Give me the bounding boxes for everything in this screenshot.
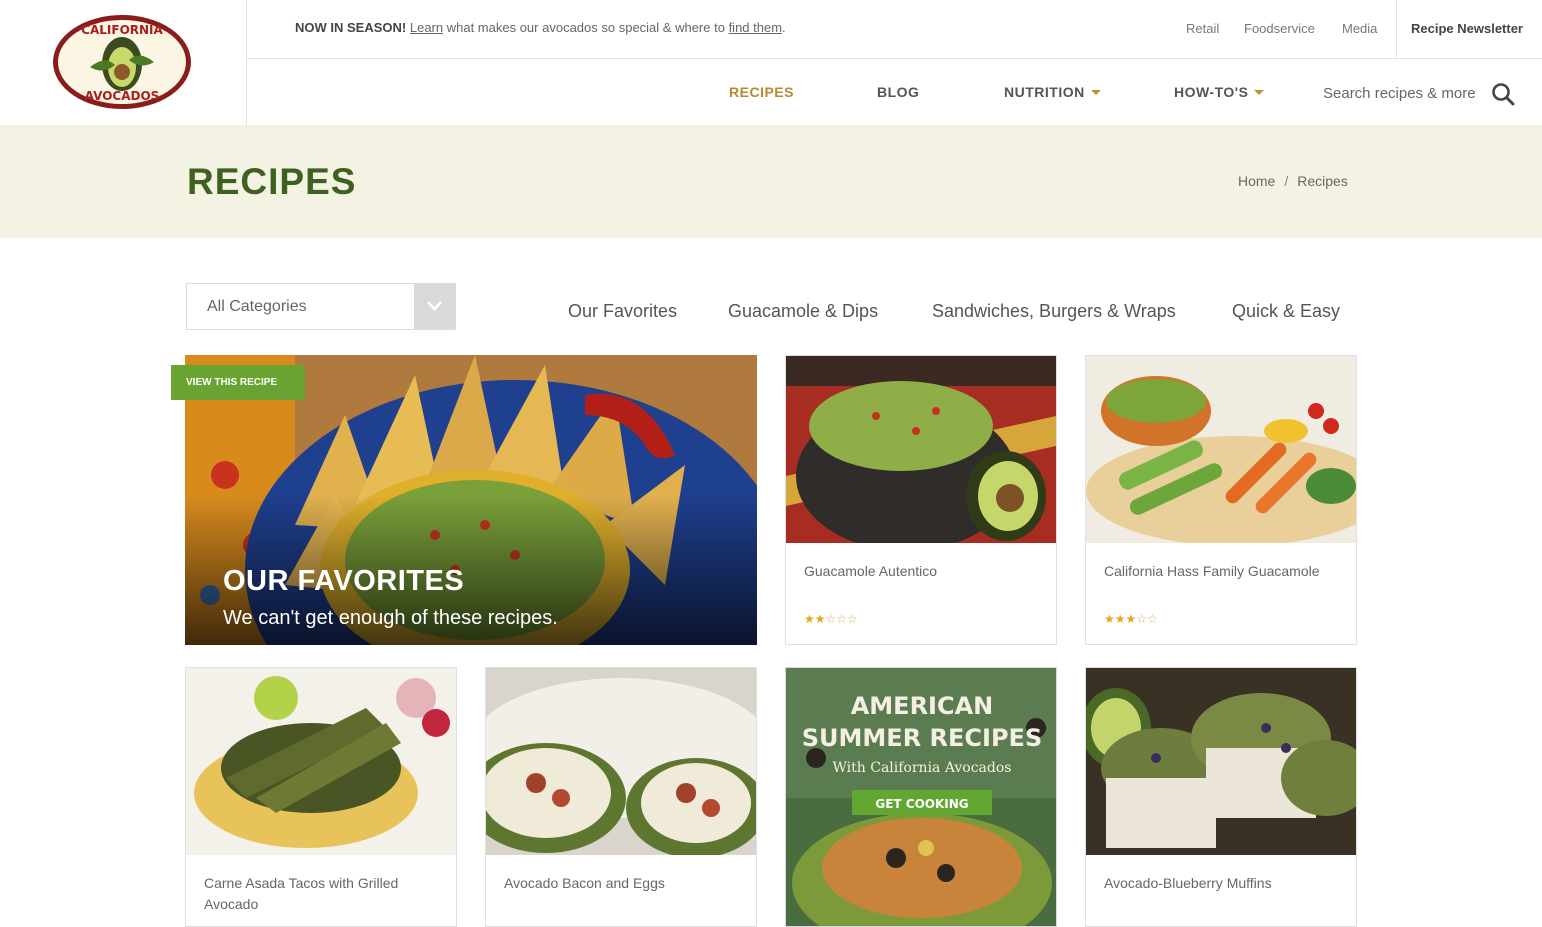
recipe-card[interactable]: Carne Asada Tacos with Grilled Avocado [185,667,457,927]
find-them-link[interactable]: find them [729,20,782,35]
star-outline-icon: ☆☆☆ [825,612,858,626]
logo-area: CALIFORNIA AVOCADOS [0,0,247,125]
breadcrumb-recipes: Recipes [1297,173,1348,189]
breadcrumb: Home / Recipes [1238,173,1348,189]
search-icon[interactable] [1491,82,1515,106]
breadcrumb-home[interactable]: Home [1238,173,1275,189]
svg-text:AMERICAN: AMERICAN [851,692,994,720]
california-avocados-logo[interactable]: CALIFORNIA AVOCADOS [50,12,195,112]
category-select-value: All Categories [207,298,307,315]
recipe-title[interactable]: Carne Asada Tacos with Grilled Avocado [204,873,444,915]
chevron-down-icon [1090,89,1101,95]
recipe-photo [786,356,1056,543]
star-icon: ★★ [804,612,826,626]
season-notice: NOW IN SEASON! Learn what makes our avoc… [295,20,786,35]
chevron-down-icon [1254,89,1265,95]
learn-link[interactable]: Learn [410,20,443,35]
recipe-photo [186,668,456,855]
site-search[interactable]: Search recipes & more [1323,80,1518,108]
newsletter-area: Recipe Newsletter [1396,0,1542,59]
tab-guacamole-dips[interactable]: Guacamole & Dips [728,301,878,322]
nav-recipes[interactable]: RECIPES [729,84,794,100]
feature-title: OUR FAVORITES [223,565,465,597]
category-select[interactable]: All Categories [186,283,456,330]
recipe-photo [1086,668,1356,855]
media-link[interactable]: Media [1342,21,1377,36]
recipe-card[interactable]: Guacamole Autentico ★★☆☆☆ [785,355,1057,645]
star-outline-icon: ☆☆ [1136,612,1158,626]
tab-our-favorites[interactable]: Our Favorites [568,301,677,322]
recipe-card[interactable]: Avocado-Blueberry Muffins [1085,667,1357,927]
recipe-card[interactable]: California Hass Family Guacamole ★★★☆☆ [1085,355,1357,645]
recipe-title[interactable]: Avocado Bacon and Eggs [504,873,744,894]
svg-text:SUMMER RECIPES: SUMMER RECIPES [802,724,1042,752]
search-input[interactable]: Search recipes & more [1323,85,1476,102]
star-icon: ★★★ [1104,612,1137,626]
recipe-title[interactable]: California Hass Family Guacamole [1104,561,1344,582]
tab-sandwiches[interactable]: Sandwiches, Burgers & Wraps [932,301,1176,322]
svg-text:GET COOKING: GET COOKING [875,797,968,811]
utility-bar: NOW IN SEASON! Learn what makes our avoc… [247,0,1542,59]
recipe-card[interactable]: Avocado Bacon and Eggs [485,667,757,927]
svg-text:CALIFORNIA: CALIFORNIA [81,23,163,37]
nav-how-tos[interactable]: HOW-TO'S [1174,84,1265,100]
recipe-newsletter-link[interactable]: Recipe Newsletter [1411,21,1523,36]
tab-quick-easy[interactable]: Quick & Easy [1232,301,1340,322]
nav-nutrition[interactable]: NUTRITION [1004,84,1101,100]
svg-text:AVOCADOS: AVOCADOS [85,89,160,103]
page-title: RECIPES [187,161,357,202]
recipe-title[interactable]: Guacamole Autentico [804,561,1044,582]
select-toggle[interactable] [414,284,455,329]
recipe-title[interactable]: Avocado-Blueberry Muffins [1104,873,1344,894]
promo-card[interactable]: AMERICAN SUMMER RECIPES With California … [785,667,1057,927]
svg-text:With California Avocados: With California Avocados [833,760,1012,776]
page-banner: RECIPES Home / Recipes [0,125,1542,238]
retail-link[interactable]: Retail [1186,21,1219,36]
foodservice-link[interactable]: Foodservice [1244,21,1315,36]
chevron-down-icon [427,301,442,311]
season-text: what makes our avocados so special & whe… [446,20,725,35]
feature-subtitle: We can't get enough of these recipes. [223,607,558,629]
view-recipe-button[interactable]: VIEW THIS RECIPE [171,365,305,400]
star-rating: ★★★☆☆ [1104,612,1158,626]
promo-image: AMERICAN SUMMER RECIPES With California … [786,668,1056,926]
recipe-photo [1086,356,1356,543]
star-rating: ★★☆☆☆ [804,612,858,626]
site-header: CALIFORNIA AVOCADOS NOW IN SEASON! Learn… [0,0,1542,125]
season-bold: NOW IN SEASON! [295,20,407,35]
nav-blog[interactable]: BLOG [877,84,919,100]
recipe-photo [486,668,756,855]
